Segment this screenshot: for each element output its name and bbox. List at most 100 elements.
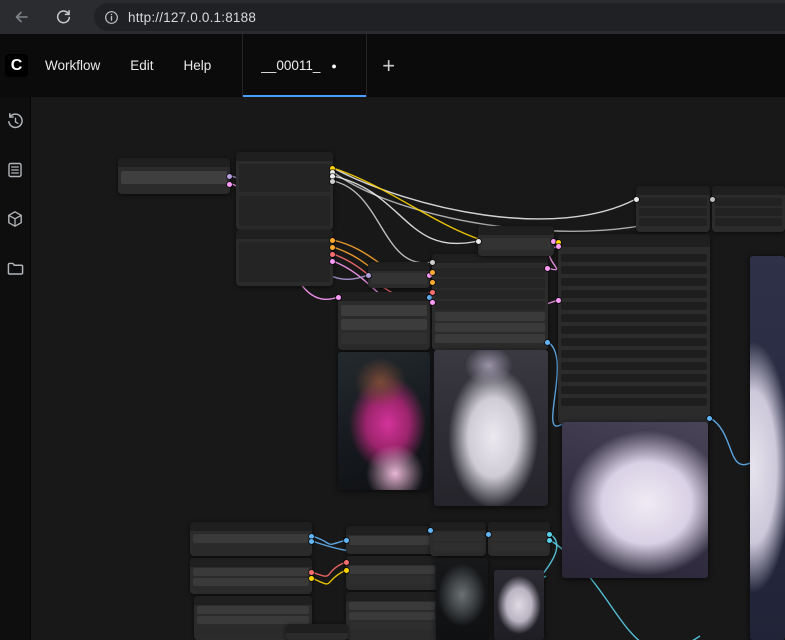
node-widget[interactable]: [491, 533, 547, 541]
node-title-bar[interactable]: [346, 592, 438, 601]
node-port[interactable]: [547, 532, 552, 537]
workflow-node[interactable]: [430, 254, 550, 350]
node-widget[interactable]: [715, 198, 782, 206]
node-port[interactable]: [430, 290, 435, 295]
node-port[interactable]: [330, 238, 335, 243]
page-info-icon[interactable]: [104, 10, 119, 25]
node-port[interactable]: [309, 539, 314, 544]
node-widget[interactable]: [341, 319, 427, 330]
node-port[interactable]: [366, 273, 371, 278]
node-port[interactable]: [330, 245, 335, 250]
node-port[interactable]: [556, 244, 561, 249]
node-port[interactable]: [344, 538, 349, 543]
workflow-node[interactable]: [236, 230, 335, 286]
workflow-node[interactable]: [634, 186, 710, 232]
address-bar[interactable]: http://127.0.0.1:8188: [94, 3, 785, 31]
node-widget[interactable]: [639, 218, 707, 226]
node-widget[interactable]: [435, 312, 545, 321]
node-title-bar[interactable]: [286, 624, 348, 633]
node-title-bar[interactable]: [236, 230, 333, 239]
node-port[interactable]: [430, 280, 435, 285]
workflow-tab[interactable]: __00011_ ●: [242, 34, 368, 97]
node-widget[interactable]: [193, 568, 309, 576]
node-widget[interactable]: [349, 536, 435, 545]
node-port[interactable]: [634, 197, 639, 202]
node-widget[interactable]: [435, 279, 545, 288]
workflow-node[interactable]: [236, 152, 335, 230]
node-widget[interactable]: [193, 545, 309, 553]
menu-edit[interactable]: Edit: [115, 58, 168, 73]
node-widget[interactable]: [561, 302, 707, 310]
node-widget[interactable]: [435, 301, 545, 310]
node-port[interactable]: [430, 270, 435, 275]
workflow-node[interactable]: [556, 234, 712, 424]
browser-refresh-button[interactable]: [50, 4, 76, 30]
node-title-bar[interactable]: [478, 226, 554, 235]
node-widget[interactable]: [349, 622, 435, 630]
workflow-node[interactable]: [336, 292, 432, 350]
node-port[interactable]: [430, 260, 435, 265]
browser-back-button[interactable]: [8, 4, 34, 30]
workflow-node[interactable]: [366, 262, 432, 288]
node-port[interactable]: [227, 182, 232, 187]
node-port[interactable]: [430, 300, 435, 305]
node-port[interactable]: [710, 197, 715, 202]
node-widget[interactable]: [435, 268, 545, 277]
node-port[interactable]: [344, 568, 349, 573]
node-title-bar[interactable]: [430, 522, 486, 531]
node-title-bar[interactable]: [338, 292, 430, 301]
node-widget[interactable]: [561, 314, 707, 322]
workflow-node[interactable]: [190, 558, 314, 594]
node-widget[interactable]: [239, 164, 330, 192]
workflow-node[interactable]: [286, 624, 348, 640]
node-widget[interactable]: [561, 326, 707, 334]
menu-help[interactable]: Help: [169, 58, 227, 73]
node-port[interactable]: [476, 239, 481, 244]
node-widget[interactable]: [341, 333, 427, 344]
node-widget[interactable]: [481, 238, 551, 250]
node-title-bar[interactable]: [712, 186, 785, 195]
node-widget[interactable]: [349, 576, 435, 584]
node-title-bar[interactable]: [236, 152, 333, 161]
node-port[interactable]: [545, 340, 550, 345]
workflow-node[interactable]: [346, 592, 438, 640]
workflow-node[interactable]: [428, 522, 486, 556]
node-widget[interactable]: [561, 290, 707, 298]
node-title-bar[interactable]: [346, 526, 438, 535]
node-widget[interactable]: [197, 616, 309, 624]
workflow-node[interactable]: [190, 522, 314, 556]
node-widget[interactable]: [639, 198, 707, 206]
node-widget[interactable]: [193, 578, 309, 586]
node-port[interactable]: [330, 259, 335, 264]
node-widget[interactable]: [561, 338, 707, 346]
node-widget[interactable]: [639, 208, 707, 216]
node-widget[interactable]: [433, 543, 483, 551]
node-widget[interactable]: [349, 612, 435, 620]
workflow-node[interactable]: [344, 526, 440, 554]
node-title-bar[interactable]: [558, 234, 710, 247]
node-widget[interactable]: [349, 566, 435, 574]
sidebar-model-library-button[interactable]: [5, 209, 25, 229]
new-workflow-tab-button[interactable]: +: [382, 54, 395, 77]
node-widget[interactable]: [561, 398, 707, 406]
node-widget[interactable]: [561, 266, 707, 274]
menu-workflow[interactable]: Workflow: [30, 58, 115, 73]
node-port[interactable]: [330, 179, 335, 184]
node-widget[interactable]: [239, 196, 330, 226]
node-port[interactable]: [309, 576, 314, 581]
image-preview-node[interactable]: [750, 256, 785, 640]
node-widget[interactable]: [341, 305, 427, 316]
node-widget[interactable]: [561, 350, 707, 358]
node-port[interactable]: [428, 528, 433, 533]
workflow-node[interactable]: [710, 186, 785, 232]
image-preview-node[interactable]: [338, 352, 430, 490]
node-port[interactable]: [486, 532, 491, 537]
node-port[interactable]: [556, 298, 561, 303]
node-widget[interactable]: [491, 543, 547, 551]
node-widget[interactable]: [433, 533, 483, 541]
node-title-bar[interactable]: [190, 522, 312, 531]
node-widget[interactable]: [561, 254, 707, 262]
node-widget[interactable]: [193, 534, 309, 543]
node-widget[interactable]: [349, 602, 435, 610]
node-widget[interactable]: [715, 208, 782, 216]
